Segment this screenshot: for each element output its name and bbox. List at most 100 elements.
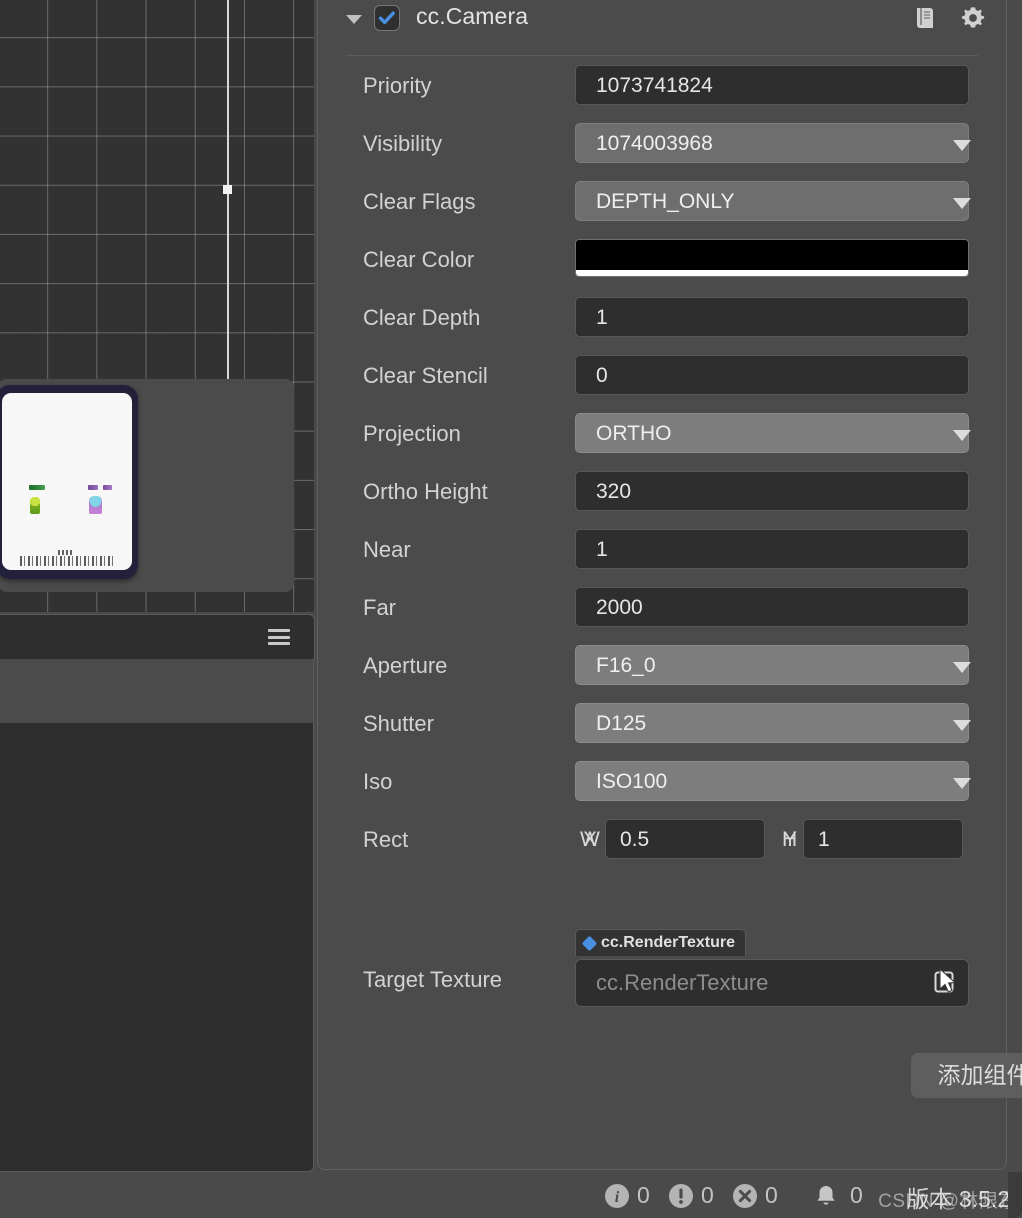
device-preview-screen <box>2 393 132 570</box>
property-row-shutter: Shutter D125 <box>318 703 1008 743</box>
label-clear-flags: Clear Flags <box>363 189 476 214</box>
select-visibility[interactable]: 1074003968 <box>575 123 969 163</box>
chevron-down-icon-iso[interactable] <box>953 778 971 789</box>
property-row-clear-color: Clear Color <box>318 239 1008 279</box>
property-row-far: Far 2000 <box>318 587 1008 627</box>
label-rect: Rect <box>363 827 409 852</box>
chevron-down-icon[interactable] <box>346 15 362 24</box>
panel-content-area[interactable] <box>0 723 314 1172</box>
error-count: 0 <box>765 1182 778 1208</box>
input-near[interactable]: 1 <box>575 529 969 569</box>
property-row-projection: Projection ORTHO <box>318 413 1008 453</box>
property-row-visibility: Visibility 1074003968 <box>318 123 1008 163</box>
status-error-group[interactable]: 0 <box>732 1182 778 1209</box>
hamburger-icon[interactable] <box>268 629 290 645</box>
scene-gizmo-handle[interactable] <box>223 185 232 194</box>
input-rect-h[interactable]: 1 <box>803 819 963 859</box>
chevron-down-icon-shutter[interactable] <box>953 720 971 731</box>
device-preview-frame <box>0 385 138 579</box>
chevron-down-icon-aperture[interactable] <box>953 662 971 673</box>
input-priority[interactable]: 1073741824 <box>575 65 969 105</box>
header-divider <box>346 55 978 56</box>
warning-icon <box>669 1183 693 1208</box>
label-rect-w: W <box>580 828 600 851</box>
property-row-priority: Priority 1073741824 <box>318 65 1008 105</box>
input-ortho-height[interactable]: 320 <box>575 471 969 511</box>
error-icon <box>733 1183 757 1208</box>
panel-toolbar <box>0 614 315 659</box>
sprite-character-right <box>89 496 102 514</box>
editor-window: cc.Camera Priority 1073741824 Visibility… <box>0 0 1022 1218</box>
inspector-panel: cc.Camera Priority 1073741824 Visibility… <box>317 0 1022 1170</box>
chevron-down-icon-visibility[interactable] <box>953 140 971 151</box>
label-near: Near <box>363 537 411 562</box>
label-clear-depth: Clear Depth <box>363 305 481 330</box>
property-row-clear-flags: Clear Flags DEPTH_ONLY <box>318 181 1008 221</box>
property-row-aperture: Aperture F16_0 <box>318 645 1008 685</box>
book-icon[interactable] <box>910 3 940 33</box>
label-aperture: Aperture <box>363 653 448 678</box>
property-row-clear-stencil: Clear Stencil 0 <box>318 355 1008 395</box>
sprite-label-right-b <box>103 485 112 490</box>
input-clear-stencil[interactable]: 0 <box>575 355 969 395</box>
label-shutter: Shutter <box>363 711 434 736</box>
input-far[interactable]: 2000 <box>575 587 969 627</box>
sprite-character-left <box>30 497 40 514</box>
svg-text:i: i <box>615 1189 620 1206</box>
status-bar-corner <box>1008 1172 1022 1218</box>
status-info-group[interactable]: i 0 <box>604 1182 650 1209</box>
scene-viewport[interactable] <box>0 0 314 612</box>
input-clear-depth[interactable]: 1 <box>575 297 969 337</box>
sprite-label-right-a <box>88 485 98 490</box>
target-texture-placeholder: cc.RenderTexture <box>596 970 769 995</box>
info-count: 0 <box>637 1182 650 1208</box>
alpha-bar <box>576 270 968 276</box>
target-texture-type-badge: cc.RenderTexture <box>575 929 746 956</box>
property-row-iso: Iso ISO100 <box>318 761 1008 801</box>
property-row-target-texture: Target Texture cc.RenderTexture cc.Rende… <box>318 929 1008 1009</box>
select-projection[interactable]: ORTHO <box>575 413 969 453</box>
label-target-texture: Target Texture <box>363 967 503 992</box>
label-far: Far <box>363 595 396 620</box>
label-rect-h: H <box>782 828 798 851</box>
asset-type-diamond-icon <box>581 935 598 951</box>
select-shutter[interactable]: D125 <box>575 703 969 743</box>
label-projection: Projection <box>363 421 461 446</box>
select-aperture[interactable]: F16_0 <box>575 645 969 685</box>
chevron-down-icon-projection[interactable] <box>953 430 971 441</box>
warning-count: 0 <box>701 1182 714 1208</box>
property-row-clear-depth: Clear Depth 1 <box>318 297 1008 337</box>
sprite-footer-small <box>58 550 74 555</box>
asset-picker-icon[interactable] <box>934 971 956 995</box>
panel-row-highlight[interactable] <box>0 659 314 722</box>
label-visibility: Visibility <box>363 131 443 156</box>
status-warning-group[interactable]: 0 <box>668 1182 714 1209</box>
property-row-rect: Rect X 0 Y 0 W 0.5 H 1 <box>318 819 1008 917</box>
property-row-ortho-height: Ortho Height 320 <box>318 471 1008 511</box>
label-clear-stencil: Clear Stencil <box>363 363 488 388</box>
component-header: cc.Camera <box>318 1 1006 56</box>
status-bar: i 0 0 0 0 版本 3.5.2 CSDN @林限东 <box>317 1172 1022 1218</box>
label-priority: Priority <box>363 73 432 98</box>
property-row-near: Near 1 <box>318 529 1008 569</box>
bell-count: 0 <box>850 1182 863 1208</box>
component-title: cc.Camera <box>416 3 529 29</box>
status-bell-group[interactable]: 0 <box>814 1182 863 1209</box>
sprite-footer-text <box>20 556 116 566</box>
info-icon: i <box>605 1183 629 1208</box>
watermark-text: CSDN @林限东 <box>878 1191 1018 1212</box>
select-clear-flags[interactable]: DEPTH_ONLY <box>575 181 969 221</box>
chevron-down-icon-clear-flags[interactable] <box>953 198 971 209</box>
add-component-button[interactable]: 添加组件 <box>911 1053 1022 1098</box>
target-texture-asset-field[interactable]: cc.RenderTexture <box>575 959 969 1007</box>
component-enabled-checkbox[interactable] <box>374 5 400 31</box>
bell-icon <box>817 1185 835 1205</box>
sprite-label-left <box>29 485 45 490</box>
label-iso: Iso <box>363 769 393 794</box>
gear-icon[interactable] <box>958 3 988 33</box>
select-iso[interactable]: ISO100 <box>575 761 969 801</box>
color-swatch-clear-color[interactable] <box>575 239 969 277</box>
input-rect-w[interactable]: 0.5 <box>605 819 765 859</box>
target-texture-badge-label: cc.RenderTexture <box>601 934 735 951</box>
label-clear-color: Clear Color <box>363 247 475 272</box>
